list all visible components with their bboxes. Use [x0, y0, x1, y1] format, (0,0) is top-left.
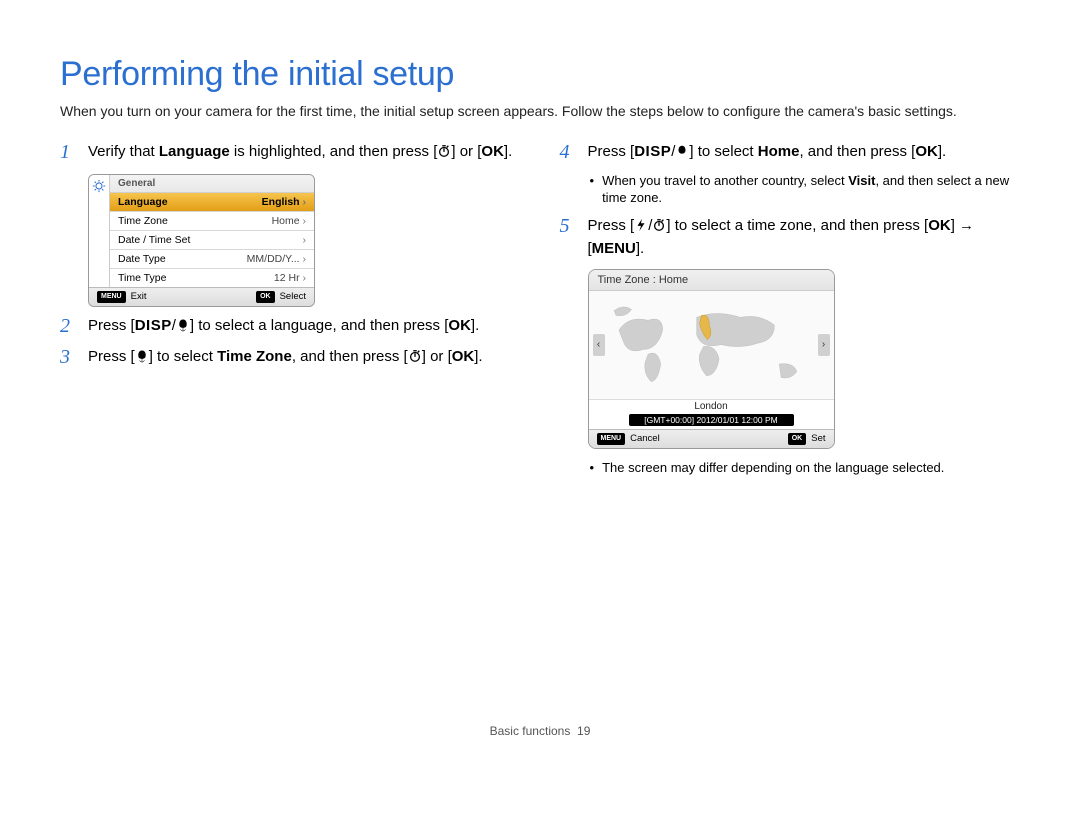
cam-row-language: LanguageEnglish	[110, 193, 314, 212]
tz-city: London	[589, 399, 834, 412]
intro-text: When you turn on your camera for the fir…	[60, 102, 1025, 121]
camera-menu-screenshot: General LanguageEnglish Time ZoneHome Da…	[88, 174, 315, 307]
timezone-screenshot: Time Zone : Home ‹	[588, 269, 835, 449]
tz-foot-cancel: Cancel	[597, 433, 660, 445]
page-footer: Basic functions 19	[0, 724, 1080, 738]
tz-arrow-left: ‹	[593, 334, 605, 356]
cam-foot-exit: Exit	[97, 291, 146, 303]
cam-row-timezone: Time ZoneHome	[110, 212, 314, 231]
step-5: 5 Press [/] to select a time zone, and t…	[560, 215, 1026, 259]
gear-icon	[89, 175, 110, 287]
cam-menu-header: General	[110, 175, 314, 193]
step-5-bullet: The screen may differ depending on the l…	[590, 459, 1026, 477]
macro-icon	[675, 143, 689, 164]
timer-icon	[437, 143, 451, 164]
timer-icon	[652, 217, 666, 238]
step-2: 2 Press [DISP/] to select a language, an…	[60, 315, 526, 338]
world-map-icon	[601, 296, 822, 393]
flash-icon	[634, 217, 648, 238]
tz-header: Time Zone : Home	[589, 270, 834, 291]
cam-row-timetype: Time Type12 Hr	[110, 269, 314, 287]
step-3: 3 Press [] to select Time Zone, and then…	[60, 346, 526, 369]
page-title: Performing the initial setup	[60, 55, 1025, 94]
macro-icon	[176, 317, 190, 338]
cam-foot-select: Select	[256, 291, 306, 303]
macro-icon	[135, 348, 149, 369]
timer-icon	[408, 348, 422, 369]
step-4: 4 Press [DISP/] to select Home, and then…	[560, 141, 1026, 164]
step-1: 1 Verify that Language is highlighted, a…	[60, 141, 526, 164]
cam-row-datetype: Date TypeMM/DD/Y...	[110, 250, 314, 269]
tz-foot-set: Set	[788, 433, 826, 445]
step-4-bullet: When you travel to another country, sele…	[590, 172, 1026, 207]
cam-row-datetime: Date / Time Set	[110, 231, 314, 250]
tz-gmt: [GMT+00:00] 2012/01/01 12:00 PM	[629, 414, 794, 426]
tz-arrow-right: ›	[818, 334, 830, 356]
